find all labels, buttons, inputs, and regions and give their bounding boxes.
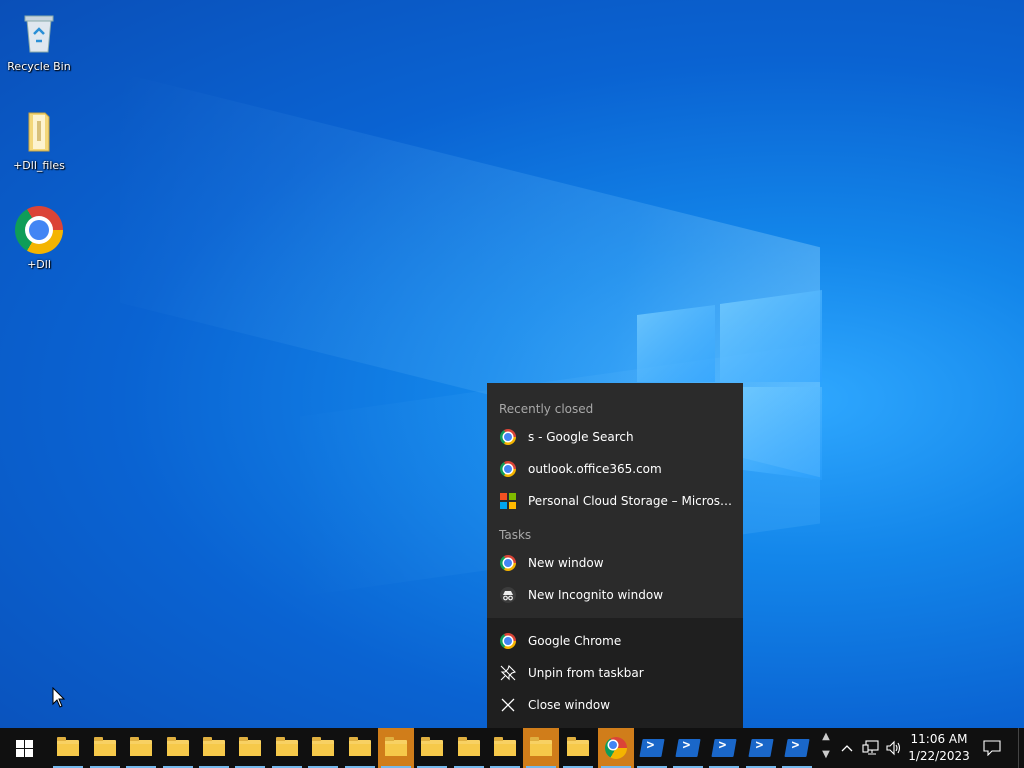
taskbar-powershell-1[interactable]: >: [634, 728, 670, 768]
file-explorer-icon: [312, 737, 334, 756]
tasks-header: Tasks: [499, 528, 532, 542]
taskbar-google-chrome[interactable]: [598, 728, 634, 768]
file-explorer-icon: [349, 737, 371, 756]
taskbar-file-explorer-8[interactable]: [305, 728, 341, 768]
chevron-up-icon: [841, 745, 853, 752]
chrome-icon: [500, 633, 516, 649]
taskbar-file-explorer-9[interactable]: [342, 728, 378, 768]
taskbar-clock[interactable]: 11:06 AM 1/22/2023: [904, 731, 974, 765]
chrome-icon: [500, 555, 516, 571]
volume-button[interactable]: [884, 728, 904, 768]
chrome-icon: [605, 737, 627, 759]
taskbar: > > > > > ▲ ▼ 11:06 AM 1/22/2023: [0, 728, 1024, 768]
file-explorer-icon: [530, 737, 552, 756]
windows-logo-icon: [15, 739, 33, 757]
task-new-window[interactable]: New window: [487, 547, 743, 579]
powershell-icon: >: [675, 738, 701, 757]
taskbar-powershell-4[interactable]: >: [743, 728, 779, 768]
desktop-icon-dll-files[interactable]: +Dll_files: [0, 107, 78, 172]
taskbar-file-explorer-11[interactable]: [414, 728, 450, 768]
task-new-incognito-window[interactable]: New Incognito window: [487, 579, 743, 611]
taskbar-file-explorer-15[interactable]: [560, 728, 596, 768]
taskbar-powershell-5[interactable]: >: [779, 728, 815, 768]
powershell-icon: >: [711, 738, 737, 757]
taskbar-powershell-3[interactable]: >: [706, 728, 742, 768]
jump-list-top-section: Recently closed s - Google Search outloo…: [487, 383, 743, 618]
desktop-icon-label: +Dll: [27, 258, 51, 271]
clock-time: 11:06 AM: [910, 732, 968, 746]
recycle-bin-icon: [15, 8, 63, 56]
file-explorer-icon: [239, 737, 261, 756]
file-explorer-icon: [567, 737, 589, 756]
desktop-icon-label: +Dll_files: [13, 159, 65, 172]
incognito-icon: [500, 587, 516, 603]
notification-icon: [983, 740, 1001, 756]
action-close-window[interactable]: Close window: [487, 689, 743, 721]
chrome-jump-list: Recently closed s - Google Search outloo…: [487, 383, 743, 728]
file-explorer-icon: [385, 737, 407, 756]
recently-closed-header: Recently closed: [499, 402, 594, 416]
network-button[interactable]: [860, 728, 882, 768]
show-desktop-button[interactable]: [1018, 728, 1024, 768]
desktop-icon-recycle-bin[interactable]: Recycle Bin: [0, 8, 78, 73]
file-explorer-icon: [494, 737, 516, 756]
taskbar-file-explorer-4[interactable]: [160, 728, 196, 768]
action-center-button[interactable]: [978, 728, 1006, 768]
file-explorer-icon: [94, 737, 116, 756]
chrome-icon: [500, 429, 516, 445]
powershell-icon: >: [748, 738, 774, 757]
taskbar-file-explorer-3[interactable]: [123, 728, 159, 768]
mouse-cursor-icon: [52, 687, 66, 708]
action-unpin-from-taskbar[interactable]: Unpin from taskbar: [487, 657, 743, 689]
taskbar-file-explorer-14[interactable]: [523, 728, 559, 768]
file-explorer-icon: [458, 737, 480, 756]
desktop-icon-dll-chrome[interactable]: +Dll: [0, 206, 78, 271]
taskbar-powershell-2[interactable]: >: [670, 728, 706, 768]
file-explorer-icon: [276, 737, 298, 756]
file-explorer-icon: [167, 737, 189, 756]
file-explorer-icon: [421, 737, 443, 756]
start-button[interactable]: [0, 728, 48, 768]
action-google-chrome[interactable]: Google Chrome: [487, 625, 743, 657]
taskbar-file-explorer-2[interactable]: [87, 728, 123, 768]
microsoft-icon: [500, 493, 516, 509]
taskbar-file-explorer-5[interactable]: [196, 728, 232, 768]
chrome-icon: [500, 461, 516, 477]
speaker-icon: [886, 740, 901, 756]
folder-icon: [15, 107, 63, 155]
unpin-icon: [500, 664, 517, 681]
desktop-icon-label: Recycle Bin: [7, 60, 71, 73]
show-hidden-icons-button[interactable]: [838, 728, 856, 768]
file-explorer-icon: [130, 737, 152, 756]
chevron-up-icon[interactable]: ▲: [818, 728, 834, 746]
powershell-icon: >: [784, 738, 810, 757]
file-explorer-icon: [203, 737, 225, 756]
taskbar-file-explorer-1[interactable]: [50, 728, 86, 768]
taskbar-file-explorer-6[interactable]: [232, 728, 268, 768]
taskbar-file-explorer-12[interactable]: [451, 728, 487, 768]
chrome-icon: [15, 206, 63, 254]
recent-item-outlook[interactable]: outlook.office365.com: [487, 453, 743, 485]
jump-list-app-actions: Google Chrome Unpin from taskbar Close w…: [487, 618, 743, 728]
close-icon: [500, 697, 516, 713]
recent-item-google-search[interactable]: s - Google Search: [487, 421, 743, 453]
taskbar-file-explorer-10[interactable]: [378, 728, 414, 768]
network-icon: [862, 740, 879, 755]
powershell-icon: >: [639, 738, 665, 757]
taskbar-file-explorer-13[interactable]: [487, 728, 523, 768]
file-explorer-icon: [57, 737, 79, 756]
recent-item-onedrive[interactable]: Personal Cloud Storage – Microsoft OneDr…: [487, 485, 743, 517]
clock-date: 1/22/2023: [908, 749, 970, 763]
chevron-down-icon[interactable]: ▼: [818, 746, 834, 764]
taskbar-file-explorer-7[interactable]: [269, 728, 305, 768]
taskbar-scroll-control[interactable]: ▲ ▼: [818, 728, 834, 768]
